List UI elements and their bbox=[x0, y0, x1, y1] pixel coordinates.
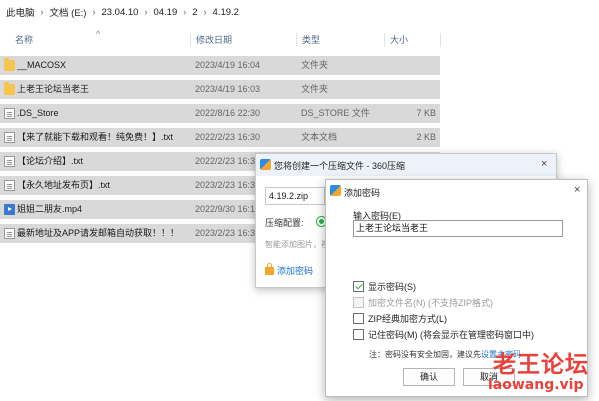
breadcrumb-item[interactable]: 2 bbox=[192, 7, 197, 18]
file-name: 【来了就能下载和观看！纯免费！】.txt bbox=[17, 132, 174, 142]
file-row[interactable]: .DS_Store 2022/8/16 22:30 DS_STORE 文件 7 … bbox=[0, 104, 440, 123]
file-name: .DS_Store bbox=[17, 108, 59, 118]
close-icon[interactable]: × bbox=[574, 185, 580, 196]
add-password-link[interactable]: 添加密码 bbox=[265, 263, 314, 277]
file-icon bbox=[4, 108, 15, 119]
compress-dialog-titlebar[interactable]: 您将创建一个压缩文件 - 360压缩 × bbox=[256, 154, 556, 176]
compress-dialog-title: 您将创建一个压缩文件 - 360压缩 bbox=[274, 161, 406, 171]
file-type: 文件夹 bbox=[301, 60, 329, 70]
lock-icon bbox=[265, 263, 274, 275]
360zip-app-icon bbox=[260, 159, 271, 170]
file-name: 姐姐二朋友.mp4 bbox=[17, 204, 83, 214]
video-file-icon bbox=[4, 204, 15, 215]
column-header: ^ 名称 修改日期 类型 大小 bbox=[0, 29, 599, 51]
checkbox-checked-icon bbox=[353, 281, 364, 292]
close-icon[interactable]: × bbox=[541, 159, 547, 170]
option-label: 记住密码(M) (将会显示在管理密码窗口中) bbox=[368, 330, 534, 340]
breadcrumb-item[interactable]: 4.19.2 bbox=[213, 7, 239, 18]
watermark-logo: 老王论坛 bbox=[493, 352, 589, 378]
text-file-icon bbox=[4, 180, 15, 191]
column-type[interactable]: 类型 bbox=[302, 29, 320, 51]
folder-icon bbox=[4, 58, 15, 71]
file-date: 2022/2/23 16:30 bbox=[195, 132, 261, 142]
folder-icon bbox=[4, 82, 15, 95]
file-size: 7 KB bbox=[416, 108, 436, 118]
watermark-url: laowang.vip bbox=[488, 377, 584, 393]
password-dialog-titlebar[interactable]: 添加密码 × bbox=[326, 180, 587, 202]
chevron-right-icon: › bbox=[183, 7, 187, 17]
option-label: 显示密码(S) bbox=[368, 282, 416, 292]
file-date: 2023/4/19 16:03 bbox=[195, 84, 261, 94]
breadcrumb-item[interactable]: 文档 (E:) bbox=[50, 5, 87, 19]
option-label: 加密文件名(N) (不支持ZIP格式) bbox=[368, 298, 493, 308]
text-file-icon bbox=[4, 228, 15, 239]
confirm-button[interactable]: 确认 bbox=[403, 368, 455, 386]
compress-config-label: 压缩配置: bbox=[265, 218, 304, 228]
file-date: 2023/4/19 16:04 bbox=[195, 60, 261, 70]
file-type: DS_STORE 文件 bbox=[301, 108, 370, 118]
file-type: 文件夹 bbox=[301, 84, 329, 94]
file-name: 【永久地址发布页】.txt bbox=[17, 180, 111, 190]
file-row[interactable]: __MACOSX 2023/4/19 16:04 文件夹 bbox=[0, 56, 440, 75]
add-password-label: 添加密码 bbox=[277, 266, 314, 276]
file-size bbox=[386, 56, 436, 75]
column-date[interactable]: 修改日期 bbox=[196, 29, 232, 51]
checkbox-disabled-icon bbox=[353, 297, 364, 308]
file-name: 【论坛介绍】.txt bbox=[17, 156, 84, 166]
breadcrumb: 此电脑 › 文档 (E:) › 23.04.10 › 04.19 › 2 › 4… bbox=[0, 0, 599, 24]
security-note-text: 注：密码没有安全加固，建议先 bbox=[369, 350, 481, 359]
chevron-right-icon: › bbox=[92, 7, 96, 17]
file-size: 2 KB bbox=[416, 132, 436, 142]
password-dialog-title: 添加密码 bbox=[344, 188, 381, 198]
checkbox-icon bbox=[353, 329, 364, 340]
360zip-app-icon bbox=[330, 185, 341, 196]
file-name: 上老王论坛当老王 bbox=[17, 84, 90, 94]
option-label: ZIP经典加密方式(L) bbox=[368, 314, 448, 324]
archive-filename-field[interactable]: 4.19.2.zip bbox=[265, 187, 325, 205]
file-name: __MACOSX bbox=[17, 60, 67, 70]
file-size bbox=[386, 80, 436, 99]
breadcrumb-item[interactable]: 此电脑 bbox=[6, 5, 35, 19]
chevron-right-icon: › bbox=[40, 7, 44, 17]
text-file-icon bbox=[4, 132, 15, 143]
breadcrumb-item[interactable]: 04.19 bbox=[153, 7, 177, 18]
file-name: 最新地址及APP请发邮箱自动获取！！！ bbox=[17, 228, 180, 238]
chevron-right-icon: › bbox=[203, 7, 207, 17]
file-type: 文本文档 bbox=[301, 132, 338, 142]
sort-up-icon: ^ bbox=[96, 29, 101, 39]
checkbox-icon bbox=[353, 313, 364, 324]
column-name[interactable]: 名称 bbox=[15, 29, 33, 51]
file-row[interactable]: 上老王论坛当老王 2023/4/19 16:03 文件夹 bbox=[0, 80, 440, 99]
password-input[interactable]: 上老王论坛当老王 bbox=[353, 220, 563, 237]
column-size[interactable]: 大小 bbox=[390, 29, 408, 51]
breadcrumb-item[interactable]: 23.04.10 bbox=[101, 7, 138, 18]
file-date: 2022/8/16 22:30 bbox=[195, 108, 261, 118]
text-file-icon bbox=[4, 156, 15, 167]
file-row[interactable]: 【来了就能下载和观看！纯免费！】.txt 2022/2/23 16:30 文本文… bbox=[0, 128, 440, 147]
smart-add-hint: 智能添加图片，视 bbox=[265, 240, 329, 249]
chevron-right-icon: › bbox=[144, 7, 148, 17]
